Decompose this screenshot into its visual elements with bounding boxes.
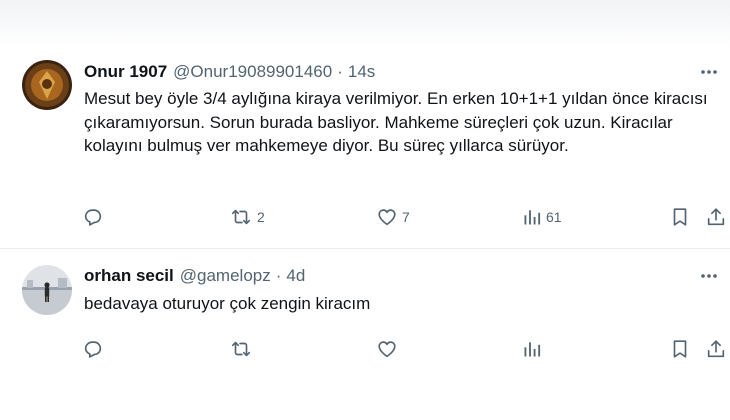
post-header: orhan secil @gamelopz · 4d [84, 264, 305, 288]
views-count: 61 [546, 209, 562, 225]
repost-icon [231, 341, 251, 357]
views-icon [524, 210, 541, 225]
like-button[interactable] [376, 336, 402, 362]
author-name[interactable]: Onur 1907 [84, 62, 167, 82]
separator-dot: · [337, 62, 343, 81]
author-handle[interactable]: @gamelopz [180, 266, 271, 286]
reply-button[interactable] [82, 204, 104, 230]
views-button[interactable] [522, 336, 546, 362]
avatar[interactable] [22, 60, 72, 110]
reply-icon [84, 341, 102, 358]
post-onur[interactable]: Onur 1907 @Onur19089901460 · 14s Mesut b… [0, 48, 730, 249]
bookmark-icon [673, 208, 687, 226]
repost-icon [231, 209, 251, 225]
separator-dot: · [275, 266, 282, 285]
post-time[interactable]: 14s [348, 62, 375, 82]
share-icon [707, 208, 725, 226]
share-button[interactable] [705, 336, 727, 362]
share-button[interactable] [705, 204, 727, 230]
more-horizontal-icon [701, 274, 717, 278]
repost-button[interactable]: 2 [229, 204, 265, 230]
share-icon [707, 340, 725, 358]
repost-count: 2 [257, 209, 265, 225]
views-icon [524, 342, 541, 357]
top-fade [0, 0, 730, 48]
repost-button[interactable] [229, 336, 257, 362]
action-bar [0, 336, 730, 362]
like-icon [378, 209, 396, 226]
post-time[interactable]: 4d [286, 266, 305, 286]
bookmark-button[interactable] [669, 204, 691, 230]
reply-icon [84, 209, 102, 226]
reply-button[interactable] [82, 336, 104, 362]
post-header: Onur 1907 @Onur19089901460 · 14s [84, 60, 375, 84]
avatar[interactable] [22, 265, 72, 315]
more-options-button[interactable] [698, 61, 720, 83]
like-count: 7 [402, 209, 410, 225]
post-text: Mesut bey öyle 3/4 aylığına kiraya veril… [84, 89, 708, 155]
author-handle[interactable]: @Onur19089901460 [173, 62, 332, 82]
more-horizontal-icon [701, 70, 717, 74]
post-orhan[interactable]: orhan secil @gamelopz · 4d bedavaya otur… [0, 250, 730, 380]
bookmark-button[interactable] [669, 336, 691, 362]
like-button[interactable]: 7 [376, 204, 410, 230]
bookmark-icon [673, 340, 687, 358]
post-text: bedavaya oturuyor çok zengin kiracım [84, 294, 371, 313]
like-icon [378, 341, 396, 358]
more-options-button[interactable] [698, 265, 720, 287]
author-name[interactable]: orhan secil [84, 266, 174, 286]
views-button[interactable]: 61 [522, 204, 562, 230]
action-bar: 2 7 61 [0, 204, 730, 230]
